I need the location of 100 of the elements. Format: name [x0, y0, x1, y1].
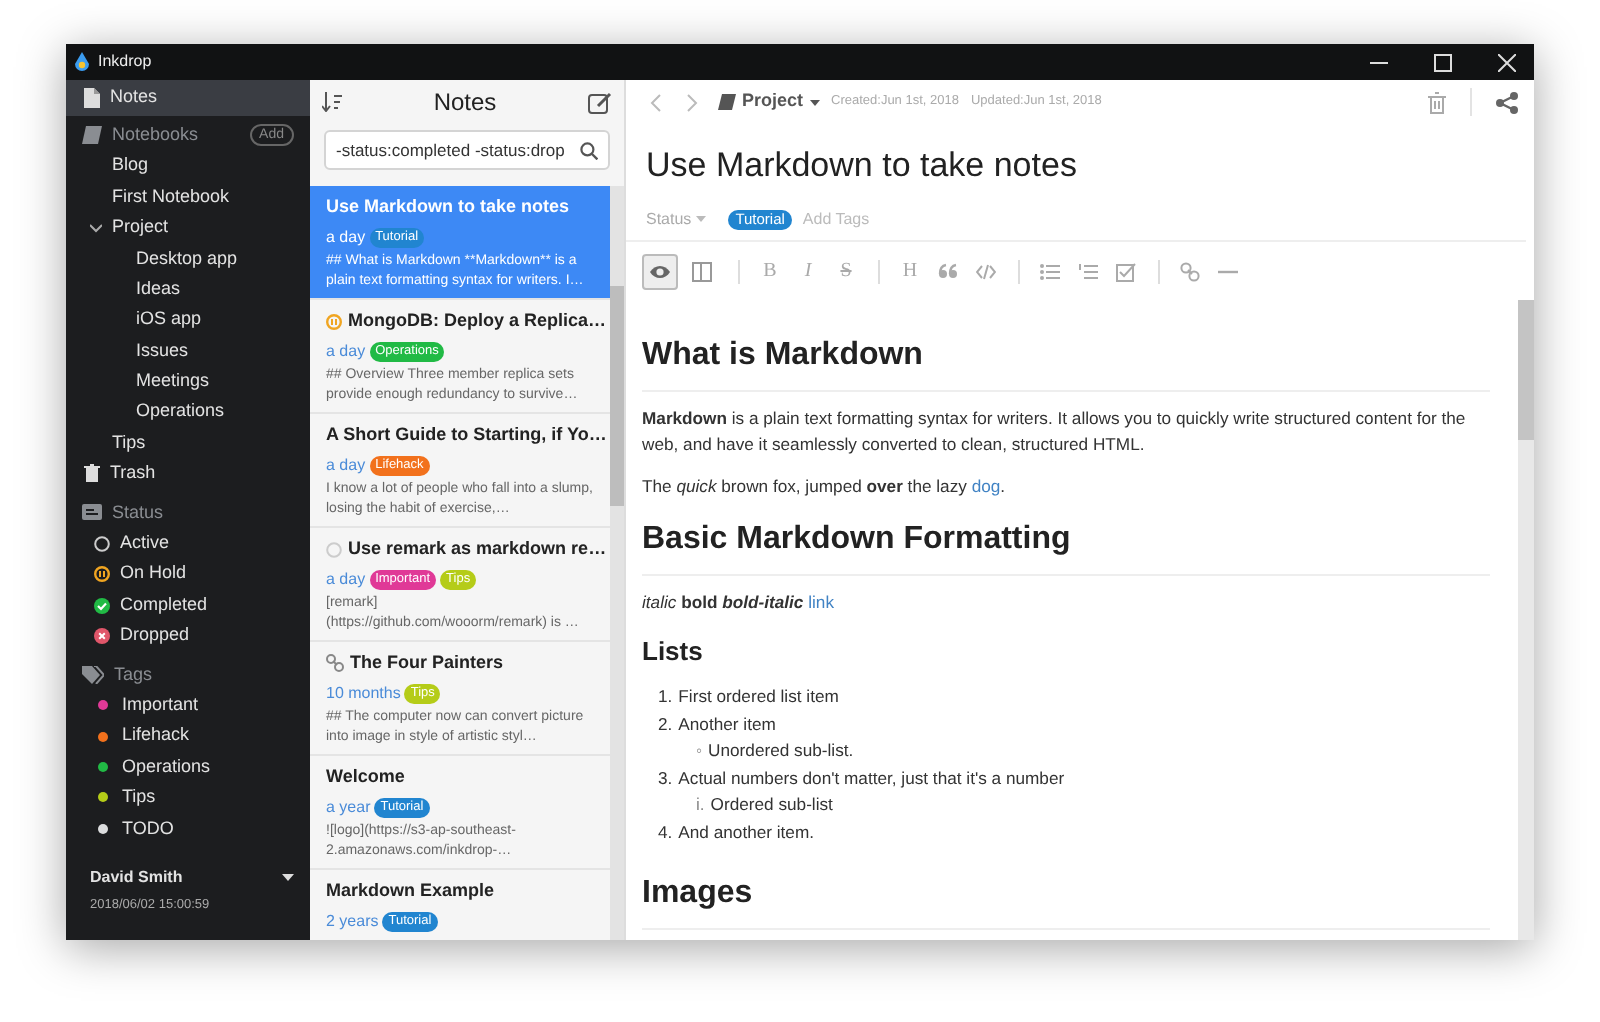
user-name[interactable]: David Smith	[90, 866, 183, 891]
scrollbar[interactable]	[1518, 299, 1534, 940]
notebook-item[interactable]: Blog	[66, 150, 310, 182]
search-icon	[580, 141, 598, 159]
note-time: a day	[326, 340, 366, 364]
columns-icon	[692, 261, 712, 281]
subheading: Lists	[642, 633, 705, 669]
text-link[interactable]: dog	[971, 475, 1001, 495]
note-time: a year	[326, 796, 371, 820]
bullet-list-icon	[1040, 261, 1060, 281]
note-time: a day	[326, 226, 366, 250]
caret-down-icon[interactable]	[282, 874, 294, 883]
notebook-dropdown[interactable]: Project	[718, 88, 820, 116]
note-time: 2 years	[326, 910, 379, 934]
status-filter-item[interactable]: Dropped	[66, 620, 310, 652]
notebook-item[interactable]: Ideas	[66, 273, 310, 305]
app-logo-icon	[74, 52, 90, 72]
window-title: Inkdrop	[98, 50, 152, 74]
notebook-item[interactable]: Tips	[66, 427, 310, 459]
list-item-text: Another item	[678, 711, 776, 737]
list-item-text: Actual numbers don't matter, just that it's a number	[678, 765, 1065, 792]
numbered-list-icon	[1078, 261, 1098, 281]
note-title: A Short Guide to Starting, if Yo…	[326, 424, 607, 446]
status-icon	[82, 504, 102, 521]
share-icon[interactable]	[1496, 91, 1518, 113]
section-heading: Status	[112, 499, 164, 526]
new-note-icon[interactable]	[587, 91, 612, 113]
trash-icon	[84, 464, 100, 483]
circle-outline-icon	[94, 535, 110, 552]
note-time: a day	[326, 568, 366, 592]
note-time: a day	[326, 454, 366, 478]
note-title: Use Markdown to take notes	[326, 196, 570, 218]
sort-icon[interactable]	[322, 92, 342, 112]
caret-down-icon	[695, 216, 706, 222]
tag-filter-item[interactable]: Operations	[66, 751, 310, 783]
heading: Images	[642, 870, 1490, 930]
status-filter-item[interactable]: Active	[66, 528, 310, 559]
notes-nav-item[interactable]: Notes	[66, 80, 310, 116]
tag-filter-item[interactable]: Important	[66, 690, 310, 721]
x-circle-icon	[94, 627, 110, 644]
trash-icon[interactable]	[1428, 91, 1446, 113]
notebook-item[interactable]: Issues	[66, 335, 310, 367]
list-item-text: Unordered sub-list.	[708, 738, 854, 764]
check-circle-icon	[94, 597, 110, 614]
notebook-icon	[718, 94, 736, 110]
notebook-item[interactable]: Meetings	[66, 366, 310, 398]
notebook-item[interactable]: First Notebook	[66, 181, 310, 213]
preview-button[interactable]	[642, 253, 678, 289]
tags-icon	[82, 665, 104, 684]
notebook-item[interactable]: iOS app	[66, 304, 310, 336]
list-marker: 1.	[658, 684, 673, 710]
eye-icon	[650, 261, 670, 281]
caret-icon	[90, 221, 102, 234]
circle-outline-icon	[326, 541, 342, 557]
quote-icon	[938, 261, 958, 281]
note-title: Welcome	[326, 766, 405, 788]
note-time: 10 months	[326, 682, 401, 706]
close-icon	[1497, 53, 1515, 71]
scrollbar[interactable]	[610, 186, 624, 940]
text-link[interactable]: link	[808, 591, 835, 611]
status-filter-item[interactable]: On Hold	[66, 558, 310, 590]
document-icon	[82, 88, 100, 108]
paragraph: Markdown is a plain text formatting syntax for writers. It allows you to quickly write structured content for the web, and have it seamlessly converted to clean, structured HTML.	[642, 405, 1468, 457]
list-marker: 3.	[658, 765, 673, 791]
notebook-item[interactable]: Desktop app	[66, 243, 310, 274]
maximize-icon	[1433, 53, 1451, 71]
pause-icon	[326, 313, 342, 329]
checkbox-icon	[1116, 261, 1136, 281]
list-marker: ◦	[696, 738, 703, 764]
code-icon	[976, 261, 996, 281]
heading: What is Markdown	[642, 331, 1490, 391]
notebook-item[interactable]: Project	[66, 212, 310, 244]
list-marker: 4.	[658, 819, 673, 845]
heading: Basic Markdown Formatting	[642, 515, 1490, 575]
notebook-icon	[82, 126, 102, 145]
note-title: The Four Painters	[350, 652, 504, 674]
note-title: Use remark as markdown re…	[348, 538, 607, 560]
link-icon	[1180, 261, 1200, 281]
notebook-item[interactable]: Operations	[66, 397, 310, 428]
list-item-text: And another item.	[678, 819, 815, 845]
back-icon[interactable]	[650, 93, 662, 111]
section-heading: Tags	[114, 661, 153, 688]
forward-icon[interactable]	[686, 93, 698, 111]
note-title-field[interactable]: Use Markdown to take notes	[626, 124, 1534, 199]
link-icon	[326, 654, 344, 672]
status-filter-item[interactable]: Completed	[66, 589, 310, 621]
paragraph: The quick brown fox, jumped over the lazy dog.	[642, 473, 1008, 499]
note-title: MongoDB: Deploy a Replica…	[348, 310, 607, 332]
list-marker: i.	[696, 792, 705, 818]
paragraph: italic bold bold-italic link	[642, 589, 837, 615]
note-title: Markdown Example	[326, 880, 495, 902]
trash-nav-item[interactable]: Trash	[66, 458, 310, 490]
tag-filter-item[interactable]: TODO	[66, 813, 310, 844]
caret-down-icon	[809, 99, 820, 105]
pause-icon	[94, 566, 110, 583]
tag-filter-item[interactable]: Tips	[66, 782, 310, 814]
section-heading: Notebooks	[112, 121, 199, 148]
list-item-text: First ordered list item	[678, 684, 839, 710]
search-field[interactable]: -status:completed -status:drop	[324, 130, 610, 170]
tag-filter-item[interactable]: Lifehack	[66, 720, 310, 752]
